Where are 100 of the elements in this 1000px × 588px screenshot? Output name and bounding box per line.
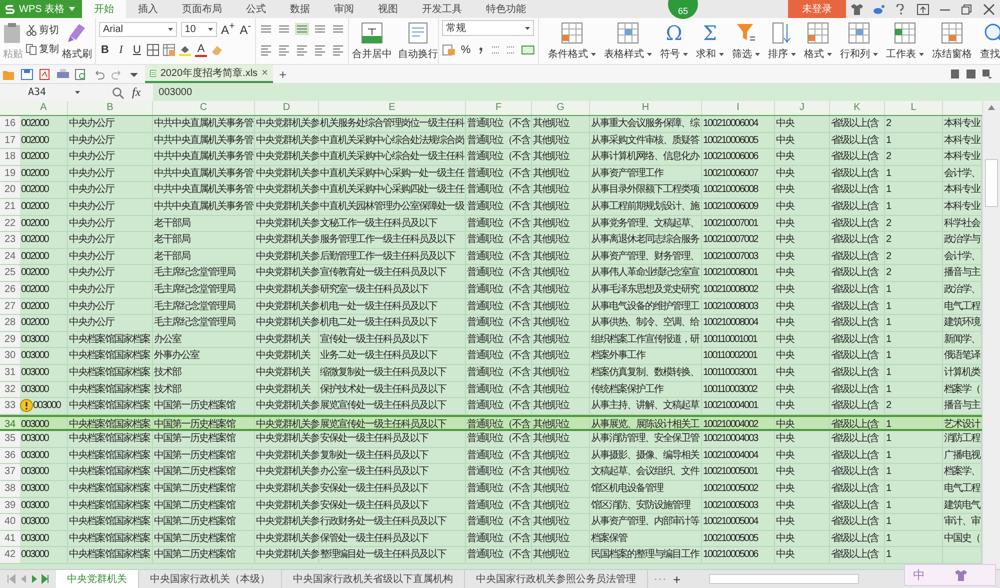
row-number[interactable]: 17 [0, 132, 20, 148]
ime-mode[interactable]: 中 [913, 566, 925, 584]
ribbon-button[interactable]: 排序 [765, 20, 799, 62]
underline-button[interactable]: U [131, 44, 143, 56]
menu-tab[interactable]: 开发工具 [410, 0, 474, 18]
row-number[interactable]: 34 [0, 416, 20, 430]
scroll-up-icon[interactable] [988, 105, 995, 110]
format-painter-button[interactable]: 格式刷 [62, 20, 92, 62]
sheet-tab[interactable]: 中央党群机关 [56, 570, 139, 588]
column-header[interactable]: J [775, 101, 830, 115]
ime-toolbar[interactable]: 中 [904, 564, 996, 586]
menu-tab[interactable]: 公式 [234, 0, 278, 18]
paste-button[interactable]: 粘贴 [3, 20, 23, 62]
row-number[interactable]: 22 [0, 216, 20, 232]
row-number[interactable]: 29 [0, 332, 20, 348]
ribbon-button[interactable]: Ω 符号 [657, 20, 691, 62]
row-number[interactable]: 19 [0, 166, 20, 182]
row-number[interactable]: 33 [0, 398, 20, 414]
column-header[interactable]: H [590, 101, 702, 115]
row-number[interactable]: 38 [0, 481, 20, 497]
sheet-tab[interactable]: 中央国家行政机关省级以下直属机构 [282, 570, 465, 588]
bold-button[interactable]: B [99, 44, 111, 56]
row-number[interactable]: 23 [0, 232, 20, 248]
row-number[interactable]: 36 [0, 448, 20, 464]
align-icon[interactable] [313, 23, 327, 35]
menu-tab[interactable]: 数据 [278, 0, 322, 18]
align-icon[interactable] [331, 23, 345, 35]
preview-icon[interactable] [75, 68, 87, 80]
shirt-icon[interactable] [955, 570, 967, 580]
ribbon-button[interactable]: 查找 [977, 20, 1000, 62]
cell-style-icon[interactable] [163, 44, 175, 56]
column-header[interactable]: L [885, 101, 943, 115]
row-number[interactable]: 28 [0, 315, 20, 331]
row-number[interactable]: 35 [0, 431, 20, 447]
formula-field[interactable]: 003000 [152, 84, 1000, 101]
column-header[interactable]: C [153, 101, 255, 115]
row-number[interactable]: 18 [0, 149, 20, 165]
ribbon-button[interactable]: 条件格式 [545, 20, 599, 62]
window-icon[interactable] [917, 4, 929, 14]
percent-button[interactable]: % [460, 44, 472, 56]
row-number[interactable]: 37 [0, 464, 20, 480]
login-button[interactable]: 未登录 [788, 0, 846, 18]
menu-tab[interactable]: 开始 [82, 0, 126, 18]
cut-button[interactable]: 剪切 [26, 23, 59, 37]
ribbon-button[interactable]: 筛选 [729, 20, 763, 62]
add-sheet-button[interactable]: + [673, 572, 681, 586]
fill-color-icon[interactable] [179, 44, 191, 56]
align-icon[interactable] [331, 44, 345, 56]
pdf-icon[interactable] [39, 68, 51, 80]
ribbon-button[interactable]: 工作表 [883, 20, 927, 62]
warning-icon[interactable] [20, 399, 33, 412]
sheet-navigation-icon[interactable] [6, 574, 50, 584]
number-format-select[interactable]: 常规 [442, 20, 534, 36]
scroll-thumb[interactable] [985, 159, 998, 207]
document-tab[interactable]: 2020年度招考简章.xls × [145, 65, 273, 83]
restore-icon[interactable] [961, 4, 973, 14]
horizontal-scrollbar[interactable] [708, 573, 859, 585]
font-color-button[interactable]: A [195, 44, 207, 56]
column-header[interactable]: A [20, 101, 68, 115]
new-tab-button[interactable]: + [279, 66, 287, 82]
borders-icon[interactable] [147, 44, 159, 56]
shirt-icon[interactable] [851, 4, 863, 14]
merge-center-button[interactable]: 合并居中 [352, 20, 392, 62]
row-number[interactable]: 26 [0, 282, 20, 298]
copy-button[interactable]: 复制 [26, 42, 59, 56]
row-number[interactable]: 40 [0, 514, 20, 530]
column-header[interactable]: E [319, 101, 466, 115]
search-icon[interactable] [112, 86, 124, 98]
close-tab-button[interactable]: × [262, 67, 268, 79]
menu-tab[interactable]: 插入 [126, 0, 170, 18]
row-number[interactable]: 20 [0, 182, 20, 198]
row-number[interactable]: 21 [0, 198, 20, 215]
align-icon[interactable] [295, 23, 309, 35]
column-header[interactable]: B [68, 101, 153, 115]
column-header[interactable]: K [830, 101, 885, 115]
options-icon[interactable] [982, 69, 992, 79]
close-icon[interactable] [983, 4, 995, 14]
column-header[interactable]: G [532, 101, 590, 115]
align-icon[interactable] [277, 23, 291, 35]
menu-tab[interactable]: 特色功能 [474, 0, 538, 18]
name-box[interactable]: A34 [0, 85, 84, 100]
row-number[interactable]: 16 [0, 116, 20, 132]
ribbon-button[interactable]: Σ 求和 [693, 20, 727, 62]
font-size-select[interactable]: 10 [180, 22, 217, 36]
app-menu-button[interactable]: WPS 表格 [0, 0, 82, 18]
wrap-text-button[interactable]: 自动换行 [398, 20, 438, 62]
align-icon[interactable] [313, 44, 327, 56]
row-number[interactable]: 25 [0, 265, 20, 281]
sheet-tab[interactable]: 中央国家行政机关（本级） [139, 570, 282, 588]
sheet-tab[interactable]: 中央国家行政机关参照公务员法管理 [465, 570, 648, 588]
italic-button[interactable]: I [115, 44, 127, 56]
save-icon[interactable] [21, 68, 33, 80]
row-number[interactable]: 27 [0, 298, 20, 314]
row-number[interactable]: 31 [0, 364, 20, 380]
row-number[interactable]: 39 [0, 498, 20, 514]
row-number[interactable]: 30 [0, 348, 20, 364]
align-icon[interactable] [295, 44, 309, 56]
grow-font-button[interactable]: A$^{+}$ [220, 21, 235, 37]
increase-decimal-icon[interactable] [490, 44, 502, 56]
number-box-icon[interactable] [521, 44, 536, 56]
